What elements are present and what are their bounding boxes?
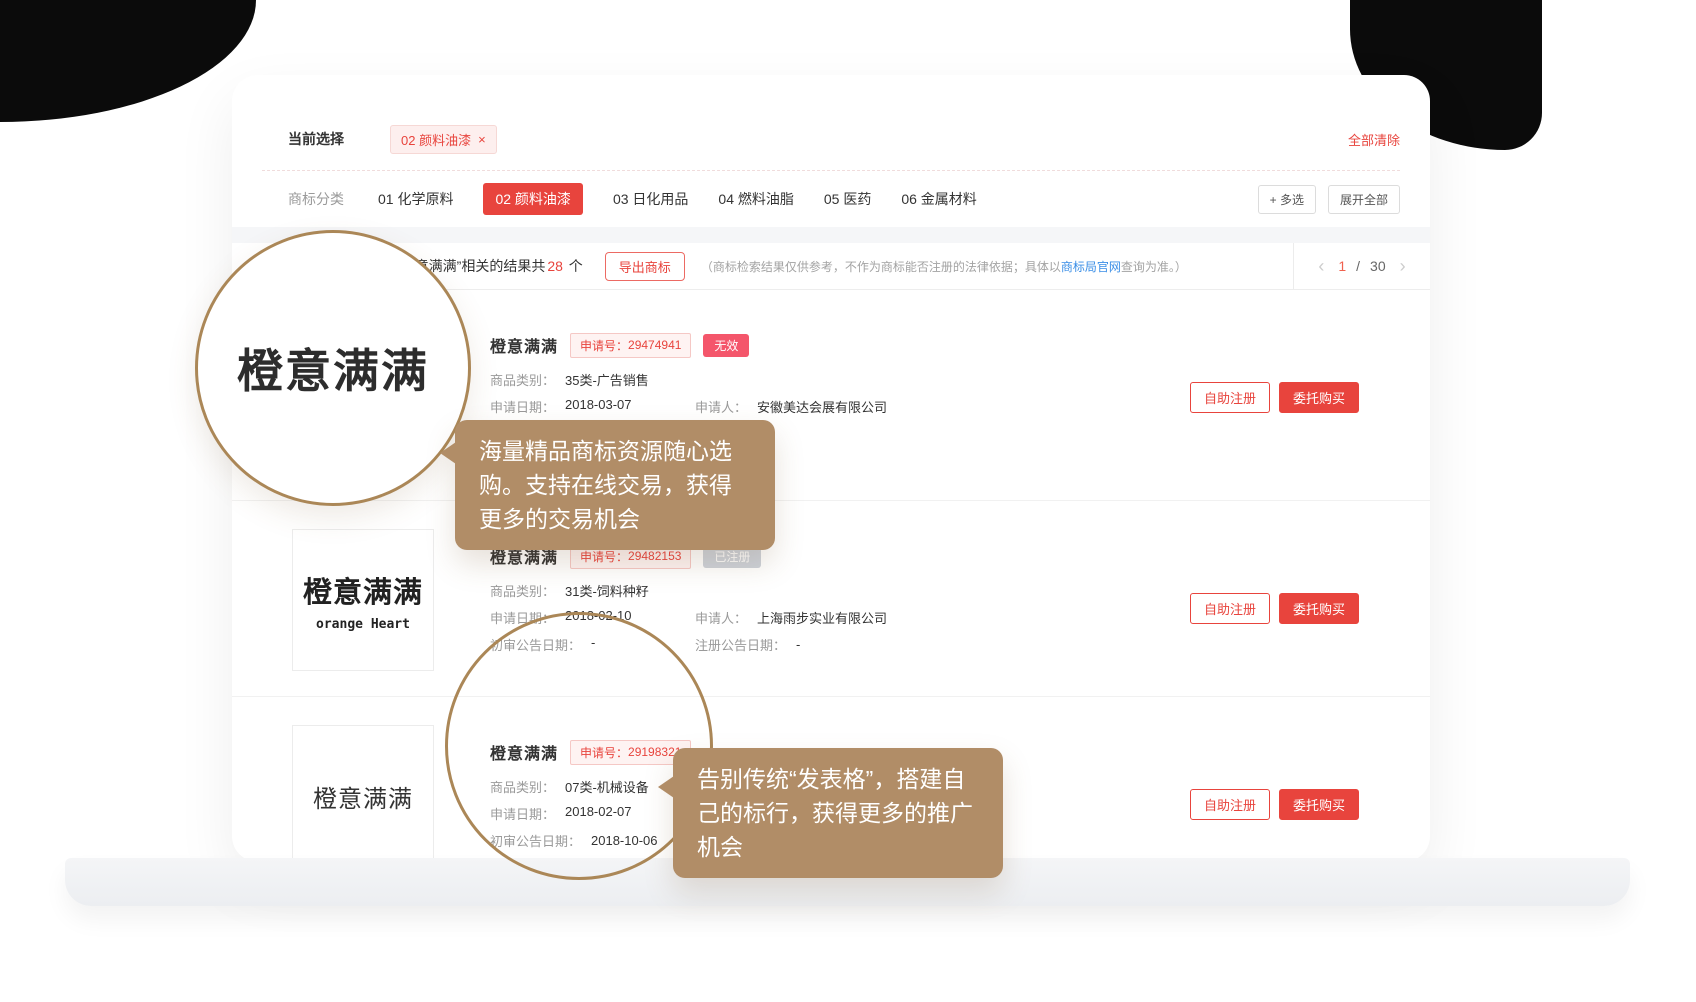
export-trademarks-button[interactable]: 导出商标 xyxy=(605,252,685,281)
page-separator: / xyxy=(1356,258,1360,274)
trademark-logo-cn: 橙意满满 xyxy=(303,569,423,611)
category-item-01[interactable]: 01 化学原料 xyxy=(378,189,453,209)
clear-all-link[interactable]: 全部清除 xyxy=(1348,130,1400,149)
application-number-pill: 申请号：29474941 xyxy=(570,333,691,358)
application-number-value: 29482153 xyxy=(628,549,681,563)
field-label: 商品类别： xyxy=(490,581,555,600)
application-number-label: 申请号： xyxy=(580,548,628,565)
section-gap xyxy=(232,227,1430,243)
category-row: 商标分类 01 化学原料 02 颜料油漆 03 日化用品 04 燃料油脂 05 … xyxy=(288,173,1400,225)
trademark-logo-cn: 橙意满满 xyxy=(313,779,413,814)
laptop-bezel-corner-left xyxy=(0,0,256,122)
category-row-label: 商标分类 xyxy=(288,189,344,209)
status-badge: 无效 xyxy=(703,334,749,357)
trademark-office-link[interactable]: 商标局官网 xyxy=(1061,260,1121,274)
magnified-trademark-text: 橙意满满 xyxy=(237,335,429,401)
pagination: ‹ 1 / 30 › xyxy=(1293,243,1430,289)
category-item-05[interactable]: 05 医药 xyxy=(824,189,871,209)
trademark-logo-en: orange Heart xyxy=(316,617,410,632)
trademark-name-line: 橙意满满 申请号：29474941 无效 xyxy=(490,330,887,360)
field-value: 31类-饲料种籽 xyxy=(565,581,649,600)
field-value: 2018-03-07 xyxy=(565,397,632,416)
chevron-right-icon[interactable]: › xyxy=(1396,256,1410,277)
mockup-stage: 当前选择 02 颜料油漆 × 全部清除 商标分类 01 化学原料 02 颜料油漆… xyxy=(0,0,1696,1002)
field-label: 申请人： xyxy=(695,608,747,627)
trademark-image: 橙意满满 orange Heart xyxy=(292,529,434,671)
row-actions: 自助注册 委托购买 xyxy=(1190,593,1359,624)
application-number-label: 申请号： xyxy=(580,337,628,354)
magnifier-circle-large: 橙意满满 xyxy=(195,230,471,506)
results-count: 28 xyxy=(547,258,563,274)
row-actions: 自助注册 委托购买 xyxy=(1190,382,1359,413)
field-label: 申请人： xyxy=(695,397,747,416)
results-count-suffix: 个 xyxy=(569,258,583,274)
field-value: 上海雨步实业有限公司 xyxy=(757,608,887,627)
category-item-06[interactable]: 06 金属材料 xyxy=(901,189,976,209)
selected-filter-tag-label: 02 颜料油漆 xyxy=(401,130,471,149)
self-register-button[interactable]: 自助注册 xyxy=(1190,382,1270,413)
self-register-button[interactable]: 自助注册 xyxy=(1190,789,1270,820)
tooltip-promotion: 告别传统“发表格”，搭建自己的标行，获得更多的推广机会 xyxy=(673,748,1003,878)
category-row-actions: + 多选 展开全部 xyxy=(1258,185,1400,214)
results-disclaimer: （商标检索结果仅供参考，不作为商标能否注册的法律依据；具体以商标局官网查询为准。… xyxy=(701,258,1187,275)
entrust-buy-button[interactable]: 委托购买 xyxy=(1279,789,1359,820)
field-value: 35类-广告销售 xyxy=(565,370,649,389)
field-label: 商品类别： xyxy=(490,370,555,389)
tooltip-marketplace: 海量精品商标资源随心选购。支持在线交易，获得更多的交易机会 xyxy=(455,420,775,550)
application-number-value: 29474941 xyxy=(628,338,681,352)
field-label: 注册公告日期： xyxy=(695,635,786,654)
field-label: 申请日期： xyxy=(490,397,555,416)
close-icon[interactable]: × xyxy=(478,133,486,146)
entrust-buy-button[interactable]: 委托购买 xyxy=(1279,382,1359,413)
row-actions: 自助注册 委托购买 xyxy=(1190,789,1359,820)
category-item-02-selected[interactable]: 02 颜料油漆 xyxy=(483,183,582,215)
disclaimer-prefix: （商标检索结果仅供参考，不作为商标能否注册的法律依据；具体以 xyxy=(701,260,1061,274)
field-date-applicant: 申请日期： 2018-03-07 申请人： 安徽美达会展有限公司 xyxy=(490,393,887,420)
table-row: 橙意满满 orange Heart 橙意满满 申请号：29482153 已注册 … xyxy=(232,501,1430,697)
chevron-left-icon[interactable]: ‹ xyxy=(1314,256,1328,277)
self-register-button[interactable]: 自助注册 xyxy=(1190,593,1270,624)
current-selection-row: 当前选择 02 颜料油漆 × 全部清除 xyxy=(288,113,1400,165)
selected-filter-tag[interactable]: 02 颜料油漆 × xyxy=(390,125,497,154)
expand-all-button[interactable]: 展开全部 xyxy=(1328,185,1400,214)
current-selection-label: 当前选择 xyxy=(288,129,344,149)
trademark-name: 橙意满满 xyxy=(490,333,558,357)
category-item-03[interactable]: 03 日化用品 xyxy=(613,189,688,209)
tooltip-arrow-icon xyxy=(440,442,456,464)
multi-select-button[interactable]: + 多选 xyxy=(1258,185,1316,214)
field-date: 申请日期： 2018-03-07 xyxy=(490,397,695,416)
tooltip-promotion-text: 告别传统“发表格”，搭建自己的标行，获得更多的推广机会 xyxy=(697,766,973,860)
trademark-info: 橙意满满 申请号：29474941 无效 商品类别： 35类-广告销售 申请日期… xyxy=(490,330,887,420)
entrust-buy-button[interactable]: 委托购买 xyxy=(1279,593,1359,624)
dashed-divider xyxy=(262,170,1400,171)
page-current: 1 xyxy=(1338,258,1346,274)
field-category: 商品类别： 31类-饲料种籽 xyxy=(490,577,887,604)
disclaimer-suffix: 查询为准。） xyxy=(1121,260,1187,274)
field-value: 安徽美达会展有限公司 xyxy=(757,397,887,416)
category-item-04[interactable]: 04 燃料油脂 xyxy=(718,189,793,209)
tooltip-arrow-icon xyxy=(658,776,674,798)
page-total: 30 xyxy=(1370,258,1386,274)
tooltip-marketplace-text: 海量精品商标资源随心选购。支持在线交易，获得更多的交易机会 xyxy=(479,438,732,532)
trademark-image: 橙意满满 xyxy=(292,725,434,862)
field-value: - xyxy=(796,637,800,652)
field-category: 商品类别： 35类-广告销售 xyxy=(490,366,887,393)
